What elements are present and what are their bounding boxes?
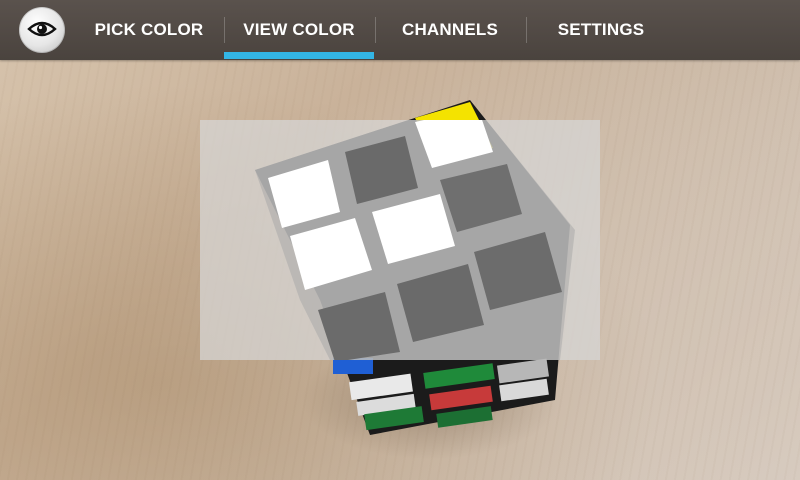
- tab-view-color[interactable]: VIEW COLOR: [224, 0, 374, 60]
- tab-settings[interactable]: SETTINGS: [526, 0, 676, 60]
- tab-label: CHANNELS: [401, 20, 499, 39]
- tab-label: PICK COLOR: [94, 20, 204, 39]
- selected-tab-indicator: [224, 52, 374, 59]
- grayscale-cube-view: [255, 120, 575, 360]
- tab-label: VIEW COLOR: [243, 20, 355, 39]
- tab-label: SETTINGS: [557, 20, 645, 39]
- tab-channels[interactable]: CHANNELS: [375, 0, 525, 60]
- tab-pick-color[interactable]: PICK COLOR: [74, 0, 224, 60]
- action-bar: PICK COLOR VIEW COLOR CHANNELS SETTINGS: [0, 0, 800, 60]
- eye-icon[interactable]: [19, 7, 65, 53]
